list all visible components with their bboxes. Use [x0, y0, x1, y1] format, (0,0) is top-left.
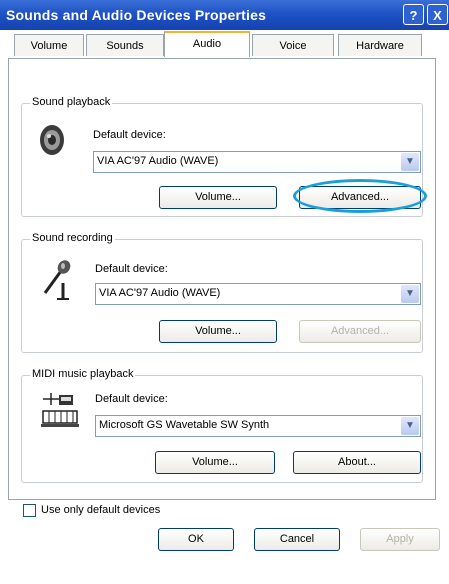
midi-device-label: Default device:: [95, 393, 168, 405]
chevron-down-icon[interactable]: ▼: [401, 153, 419, 171]
close-button[interactable]: X: [427, 4, 448, 25]
audio-tab-panel: Sound playback Default device: VIA AC'97…: [8, 58, 436, 517]
tab-audio[interactable]: Audio: [164, 31, 250, 57]
tab-sounds[interactable]: Sounds: [86, 34, 164, 56]
midi-playback-label: MIDI music playback: [30, 368, 136, 380]
ok-button[interactable]: OK: [158, 528, 234, 551]
sound-recording-label: Sound recording: [30, 232, 115, 244]
apply-button: Apply: [360, 528, 440, 551]
recording-device-label: Default device:: [95, 263, 168, 275]
microphone-icon: [43, 260, 71, 300]
title-bar[interactable]: Sounds and Audio Devices Properties ? X: [0, 0, 449, 30]
chevron-down-icon[interactable]: ▼: [401, 417, 419, 435]
midi-about-button[interactable]: About...: [293, 451, 421, 474]
recording-volume-button[interactable]: Volume...: [159, 320, 277, 343]
tab-strip: Volume Sounds Audio Voice Hardware: [8, 31, 434, 58]
recording-device-value: VIA AC'97 Audio (WAVE): [99, 287, 221, 299]
cancel-button[interactable]: Cancel: [254, 528, 340, 551]
playback-device-value: VIA AC'97 Audio (WAVE): [97, 155, 219, 167]
recording-advanced-button: Advanced...: [299, 320, 421, 343]
tab-volume[interactable]: Volume: [14, 34, 84, 56]
default-only-label[interactable]: Use only default devices: [41, 504, 160, 516]
chevron-down-icon[interactable]: ▼: [401, 285, 419, 303]
midi-device-value: Microsoft GS Wavetable SW Synth: [99, 419, 270, 431]
midi-device-select[interactable]: Microsoft GS Wavetable SW Synth ▼: [95, 415, 421, 437]
playback-device-select[interactable]: VIA AC'97 Audio (WAVE) ▼: [93, 151, 421, 173]
playback-device-label: Default device:: [93, 129, 166, 141]
tab-hardware[interactable]: Hardware: [338, 34, 422, 56]
window-title: Sounds and Audio Devices Properties: [6, 7, 267, 23]
playback-volume-button[interactable]: Volume...: [159, 186, 277, 209]
speaker-icon: [40, 125, 64, 155]
recording-device-select[interactable]: VIA AC'97 Audio (WAVE) ▼: [95, 283, 421, 305]
help-button[interactable]: ?: [403, 4, 424, 25]
keyboard-icon: [41, 393, 79, 427]
default-only-checkbox[interactable]: [23, 504, 36, 517]
highlight-circle: [293, 179, 427, 213]
midi-volume-button[interactable]: Volume...: [155, 451, 275, 474]
sound-playback-label: Sound playback: [30, 96, 113, 108]
tab-voice[interactable]: Voice: [252, 34, 334, 56]
